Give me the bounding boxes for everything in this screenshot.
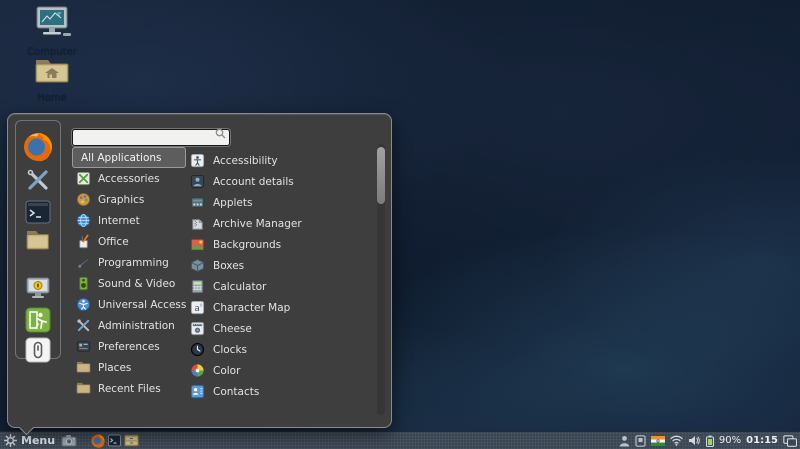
applications-menu: All Applications Accessories Graphics In… — [7, 113, 392, 428]
system-settings-icon[interactable] — [25, 167, 51, 193]
recent-files-folder-icon — [76, 381, 91, 396]
menu-search — [72, 125, 230, 142]
clocks-icon — [190, 342, 205, 357]
computer-icon — [30, 25, 74, 44]
category-accessories[interactable]: Accessories — [72, 168, 186, 189]
contacts-icon — [190, 384, 205, 399]
category-programming[interactable]: Programming — [72, 252, 186, 273]
app-character-map[interactable]: a Character Map — [186, 297, 371, 318]
archive-manager-icon — [190, 216, 205, 231]
menu-button[interactable]: Menu — [4, 432, 55, 449]
removable-device-icon[interactable] — [635, 435, 646, 447]
terminal-icon[interactable] — [25, 199, 51, 225]
category-administration[interactable]: Administration — [72, 315, 186, 336]
sound-video-icon — [76, 276, 91, 291]
panel-files-launcher[interactable] — [124, 434, 139, 447]
menu-favorites-box — [15, 120, 61, 359]
app-clocks[interactable]: Clocks — [186, 339, 371, 360]
category-office[interactable]: Office — [72, 231, 186, 252]
desktop-icon-computer[interactable]: Computer — [22, 6, 82, 57]
app-account-details[interactable]: Account details — [186, 171, 371, 192]
applets-icon — [190, 195, 205, 210]
quit-icon[interactable] — [25, 337, 51, 363]
color-icon — [190, 363, 205, 378]
workspace-windows-icon[interactable] — [783, 435, 797, 447]
network-wifi-icon[interactable] — [670, 435, 683, 446]
app-accessibility[interactable]: Accessibility — [186, 150, 371, 171]
office-icon — [76, 234, 91, 249]
home-folder-icon — [32, 71, 72, 90]
boxes-icon — [190, 258, 205, 273]
category-preferences[interactable]: Preferences — [72, 336, 186, 357]
battery-percent-label: 90% — [719, 432, 741, 449]
clock-applet[interactable]: 01:15 — [746, 432, 778, 449]
files-icon[interactable] — [25, 228, 51, 252]
user-applet-icon[interactable] — [619, 435, 630, 447]
calculator-icon — [190, 279, 205, 294]
home-icon-label: Home — [22, 92, 82, 103]
battery-applet[interactable]: 90% — [705, 432, 741, 449]
graphics-icon — [76, 192, 91, 207]
account-details-icon — [190, 174, 205, 189]
menu-scrollbar-track[interactable] — [377, 144, 385, 415]
battery-icon — [705, 435, 715, 447]
preferences-icon — [76, 339, 91, 354]
app-color[interactable]: Color — [186, 360, 371, 381]
panel-terminal-launcher[interactable] — [108, 434, 121, 447]
programming-icon — [76, 255, 91, 270]
app-backgrounds[interactable]: Backgrounds — [186, 234, 371, 255]
accessories-icon — [76, 171, 91, 186]
log-out-icon[interactable] — [25, 307, 51, 333]
lock-screen-icon[interactable] — [25, 275, 51, 301]
app-boxes[interactable]: Boxes — [186, 255, 371, 276]
app-contacts[interactable]: Contacts — [186, 381, 371, 402]
category-sound-video[interactable]: Sound & Video — [72, 273, 186, 294]
category-universal-access[interactable]: Universal Access — [72, 294, 186, 315]
category-all-applications[interactable]: All Applications — [72, 147, 186, 168]
app-archive-manager[interactable]: Archive Manager — [186, 213, 371, 234]
accessibility-icon — [190, 153, 205, 168]
app-cheese[interactable]: Cheese — [186, 318, 371, 339]
category-places[interactable]: Places — [72, 357, 186, 378]
desktop-icon-home[interactable]: Home — [22, 54, 82, 103]
firefox-icon[interactable] — [23, 132, 53, 162]
keyboard-layout-flag-icon[interactable] — [651, 436, 665, 446]
category-graphics[interactable]: Graphics — [72, 189, 186, 210]
places-folder-icon — [76, 360, 91, 375]
administration-icon — [76, 318, 91, 333]
volume-icon[interactable] — [688, 435, 700, 446]
screenshot-tool-icon[interactable] — [61, 434, 77, 447]
category-internet[interactable]: Internet — [72, 210, 186, 231]
panel-firefox-launcher[interactable] — [91, 434, 105, 448]
internet-globe-icon — [76, 213, 91, 228]
cheese-icon — [190, 321, 205, 336]
menu-gear-icon — [4, 434, 17, 447]
category-recent-files[interactable]: Recent Files — [72, 378, 186, 399]
search-icon — [215, 128, 226, 139]
menu-scrollbar-thumb[interactable] — [377, 147, 385, 204]
desktop: Computer Home — [0, 0, 800, 449]
character-map-icon: a — [190, 300, 205, 315]
search-input[interactable] — [72, 129, 230, 146]
app-applets[interactable]: Applets — [186, 192, 371, 213]
app-calculator[interactable]: Calculator — [186, 276, 371, 297]
backgrounds-icon — [190, 237, 205, 252]
svg-text:a: a — [194, 304, 199, 314]
universal-access-icon — [76, 297, 91, 312]
menu-app-list: Accessibility Account details Applets Ar… — [186, 150, 371, 402]
menu-categories: All Applications Accessories Graphics In… — [72, 147, 186, 399]
bottom-panel: Menu — [0, 431, 800, 449]
